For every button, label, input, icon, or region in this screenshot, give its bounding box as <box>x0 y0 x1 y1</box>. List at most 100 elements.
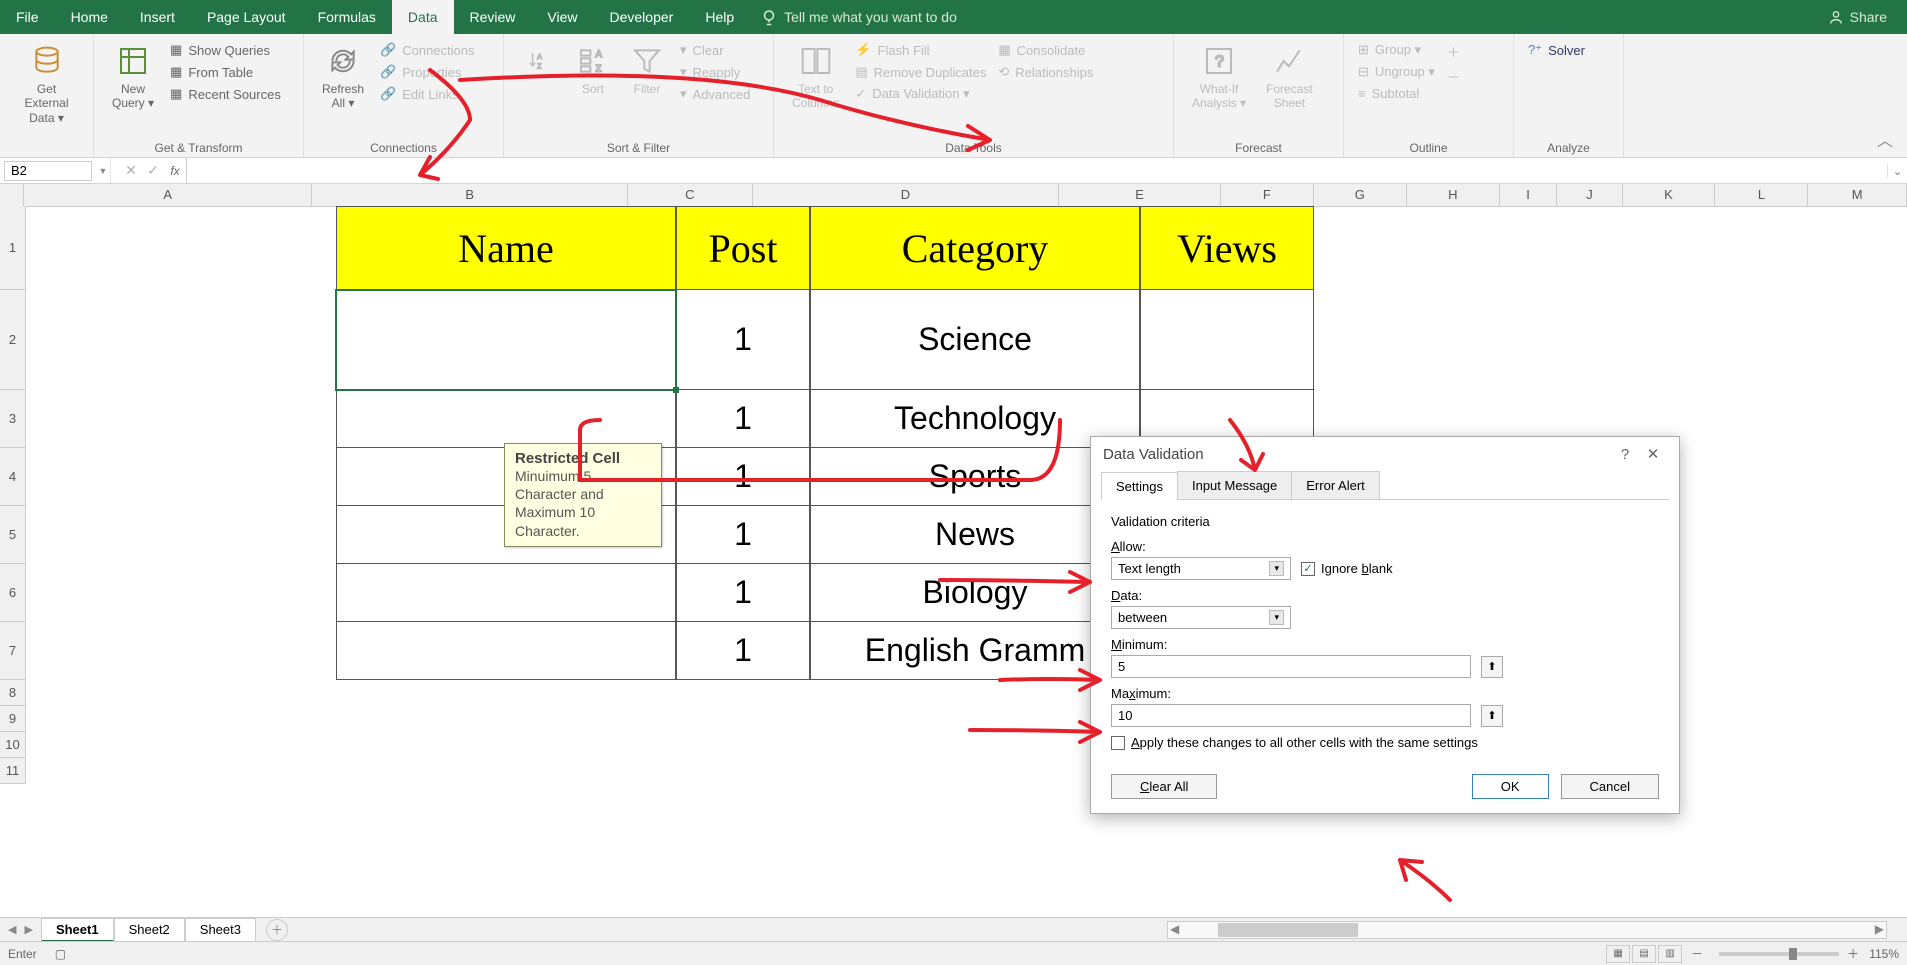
row-header-1[interactable]: 1 <box>0 206 26 290</box>
menu-tab-insert[interactable]: Insert <box>124 0 191 34</box>
menu-tab-developer[interactable]: Developer <box>594 0 690 34</box>
table-cell[interactable] <box>336 622 676 680</box>
zoom-slider[interactable] <box>1719 952 1839 956</box>
sheet-tab-sheet2[interactable]: Sheet2 <box>114 918 185 942</box>
filter-button[interactable]: Filter <box>622 40 672 100</box>
menu-tab-review[interactable]: Review <box>454 0 532 34</box>
table-header-name[interactable]: Name <box>336 206 676 290</box>
solver-button[interactable]: ?⁺Solver <box>1524 40 1589 60</box>
column-header-B[interactable]: B <box>312 184 628 206</box>
table-cell[interactable]: 1 <box>676 622 810 680</box>
new-query-button[interactable]: New Query ▾ <box>104 40 162 115</box>
ignore-blank-checkbox[interactable]: ✓Ignore blank <box>1301 561 1393 576</box>
table-cell[interactable] <box>1140 290 1314 390</box>
menu-tab-page-layout[interactable]: Page Layout <box>191 0 302 34</box>
formula-expand-icon[interactable]: ⌄ <box>1887 164 1907 178</box>
table-cell[interactable]: 1 <box>676 448 810 506</box>
column-header-M[interactable]: M <box>1808 184 1907 206</box>
fx-icon[interactable]: fx <box>164 164 186 178</box>
forecast-sheet-button[interactable]: Forecast Sheet <box>1258 40 1321 115</box>
macro-record-icon[interactable]: ▢ <box>55 947 66 961</box>
collapse-icon[interactable]: － <box>1443 65 1464 88</box>
data-select[interactable]: between▾ <box>1111 606 1291 629</box>
sort-button[interactable]: AZ Sort <box>568 40 618 100</box>
consolidate-button[interactable]: ▦Consolidate <box>994 40 1097 60</box>
ok-button[interactable]: OK <box>1472 774 1549 799</box>
sheet-tab-sheet3[interactable]: Sheet3 <box>185 918 256 942</box>
column-header-L[interactable]: L <box>1715 184 1808 206</box>
expand-icon[interactable]: ＋ <box>1443 40 1464 63</box>
name-box[interactable]: B2 <box>4 161 92 181</box>
menu-tab-home[interactable]: Home <box>55 0 124 34</box>
dialog-tab-settings[interactable]: Settings <box>1101 472 1178 500</box>
table-cell[interactable]: 1 <box>676 390 810 448</box>
remove-duplicates-button[interactable]: ▤Remove Duplicates <box>851 62 990 82</box>
column-header-C[interactable]: C <box>628 184 753 206</box>
selected-cell[interactable] <box>336 290 676 390</box>
clear-button[interactable]: ▾Clear <box>676 40 754 60</box>
sort-az-button[interactable]: AZ <box>514 40 564 86</box>
minimum-input[interactable] <box>1111 655 1471 678</box>
add-sheet-button[interactable]: ＋ <box>266 919 288 941</box>
dialog-help-icon[interactable]: ? <box>1611 446 1639 463</box>
edit-links-button[interactable]: 🔗Edit Links <box>376 84 478 104</box>
dialog-tab-input-message[interactable]: Input Message <box>1177 471 1292 499</box>
what-if-button[interactable]: ? What-If Analysis ▾ <box>1184 40 1254 115</box>
page-break-view-button[interactable]: ▥ <box>1658 945 1682 963</box>
table-header-post[interactable]: Post <box>676 206 810 290</box>
sheet-nav-prev-icon[interactable]: ◀ <box>8 923 16 936</box>
allow-select[interactable]: Text length▾ <box>1111 557 1291 580</box>
share-button[interactable]: Share <box>1808 9 1907 25</box>
show-queries-button[interactable]: ▦Show Queries <box>166 40 285 60</box>
normal-view-button[interactable]: ▦ <box>1606 945 1630 963</box>
page-layout-view-button[interactable]: ▤ <box>1632 945 1656 963</box>
column-header-A[interactable]: A <box>24 184 312 206</box>
horizontal-scrollbar[interactable]: ◀ ▶ <box>1167 921 1887 939</box>
recent-sources-button[interactable]: ▦Recent Sources <box>166 84 285 104</box>
row-header-11[interactable]: 11 <box>0 758 26 784</box>
row-header-6[interactable]: 6 <box>0 564 26 622</box>
menu-tab-data[interactable]: Data <box>392 0 454 34</box>
advanced-button[interactable]: ▾Advanced <box>676 84 754 104</box>
menu-tab-formulas[interactable]: Formulas <box>302 0 392 34</box>
table-header-category[interactable]: Category <box>810 206 1140 290</box>
properties-button[interactable]: 🔗Properties <box>376 62 478 82</box>
row-header-7[interactable]: 7 <box>0 622 26 680</box>
ungroup-button[interactable]: ⊟Ungroup ▾ <box>1354 62 1439 82</box>
column-header-E[interactable]: E <box>1059 184 1221 206</box>
reapply-button[interactable]: ▾Reapply <box>676 62 754 82</box>
cancel-button[interactable]: Cancel <box>1561 774 1659 799</box>
menu-tab-help[interactable]: Help <box>689 0 750 34</box>
column-header-J[interactable]: J <box>1557 184 1622 206</box>
select-all-corner[interactable] <box>0 184 24 206</box>
maximum-input[interactable] <box>1111 704 1471 727</box>
namebox-dropdown-icon[interactable]: ▼ <box>96 166 110 176</box>
from-table-button[interactable]: ▦From Table <box>166 62 285 82</box>
text-to-columns-button[interactable]: Text to Columns <box>784 40 847 115</box>
ribbon-collapse-icon[interactable]: ︿ <box>1877 127 1893 151</box>
tell-me[interactable]: Tell me what you want to do <box>760 8 957 26</box>
clear-all-button[interactable]: Clear All <box>1111 774 1217 799</box>
table-cell[interactable] <box>336 390 676 448</box>
zoom-level[interactable]: 115% <box>1869 947 1899 961</box>
table-cell[interactable] <box>336 564 676 622</box>
formula-input[interactable] <box>186 158 1887 183</box>
column-header-K[interactable]: K <box>1623 184 1716 206</box>
column-header-H[interactable]: H <box>1407 184 1500 206</box>
dialog-tab-error-alert[interactable]: Error Alert <box>1291 471 1380 499</box>
table-cell[interactable]: 1 <box>676 506 810 564</box>
dialog-close-icon[interactable]: ✕ <box>1639 445 1667 463</box>
column-header-F[interactable]: F <box>1221 184 1314 206</box>
sheet-nav-next-icon[interactable]: ▶ <box>24 923 32 936</box>
column-header-I[interactable]: I <box>1500 184 1558 206</box>
relationships-button[interactable]: ⟲Relationships <box>994 62 1097 82</box>
column-header-G[interactable]: G <box>1314 184 1407 206</box>
get-external-data-button[interactable]: Get External Data ▾ <box>10 40 83 129</box>
max-ref-icon[interactable]: ⬆ <box>1481 705 1503 727</box>
table-cell[interactable]: 1 <box>676 290 810 390</box>
menu-tab-view[interactable]: View <box>531 0 593 34</box>
row-header-2[interactable]: 2 <box>0 290 26 390</box>
row-header-9[interactable]: 9 <box>0 706 26 732</box>
zoom-out-button[interactable]: － <box>1691 945 1703 962</box>
table-header-views[interactable]: Views <box>1140 206 1314 290</box>
